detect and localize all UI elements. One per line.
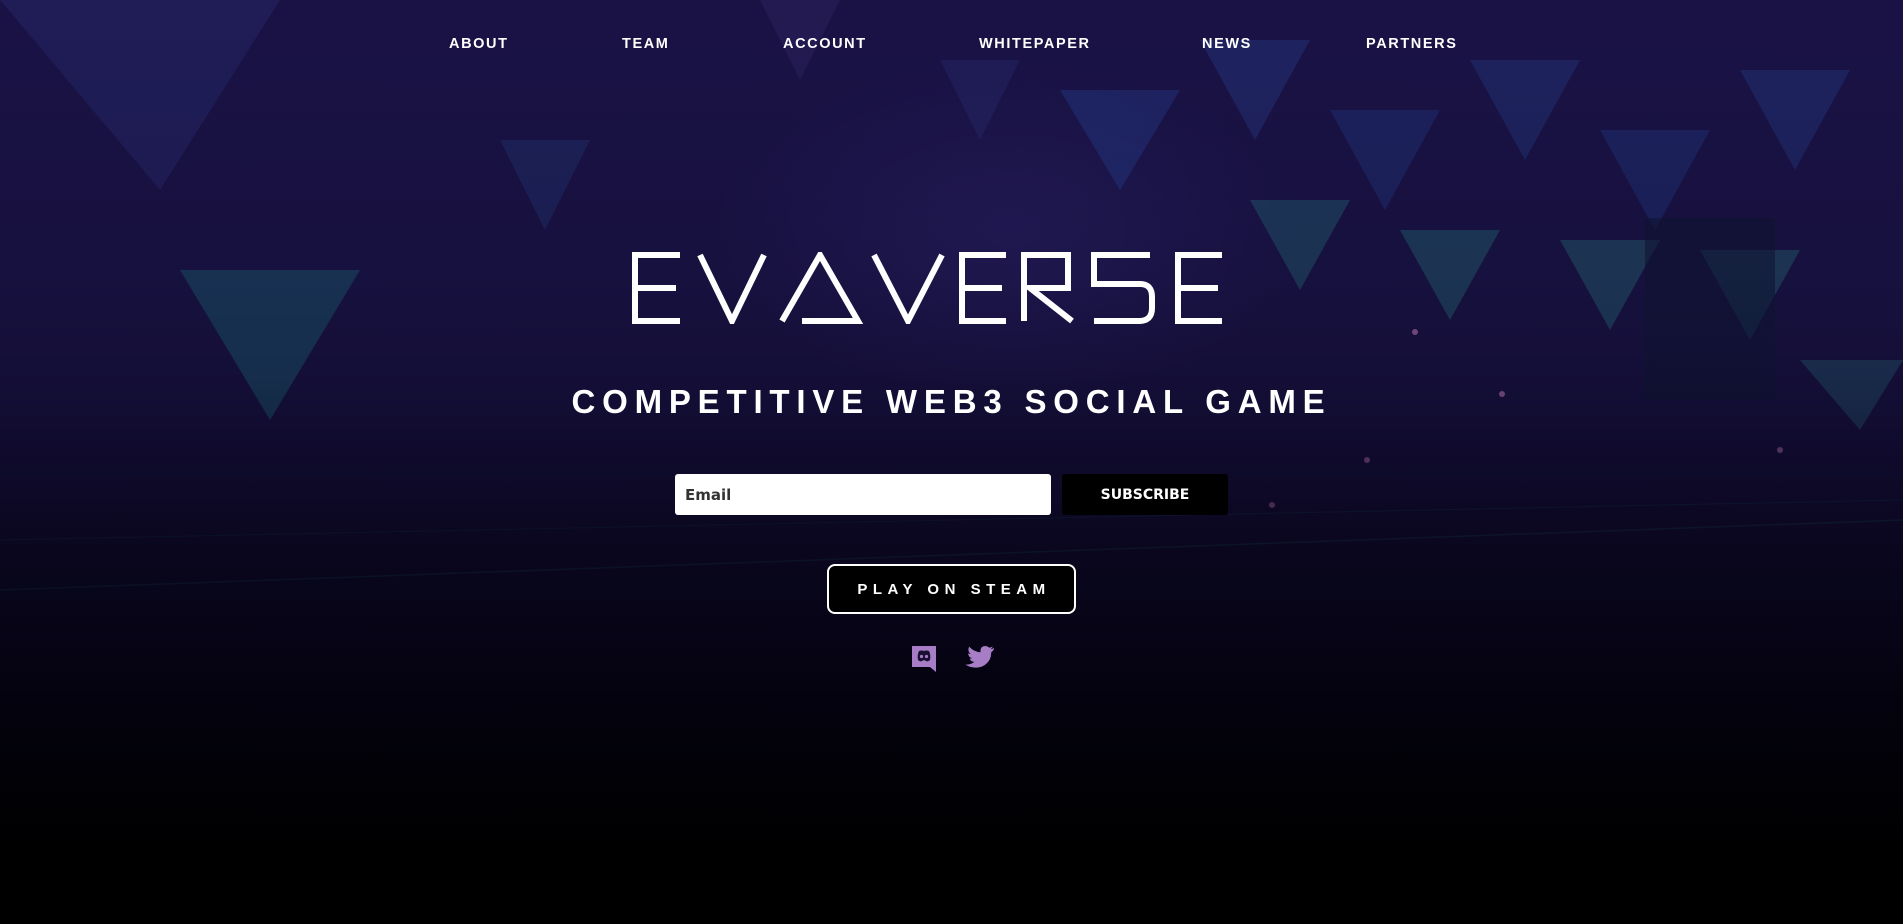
nav-item-news[interactable]: NEWS [1202, 36, 1252, 52]
main-nav: ABOUT TEAM ACCOUNT WHITEPAPER NEWS PARTN… [0, 36, 1903, 58]
nav-item-whitepaper[interactable]: WHITEPAPER [979, 36, 1091, 52]
discord-icon[interactable] [909, 643, 939, 673]
hero-tagline: COMPETITIVE WEB3 SOCIAL GAME [571, 383, 1332, 420]
email-input[interactable] [675, 474, 1051, 515]
nav-item-about[interactable]: ABOUT [449, 36, 509, 52]
evaverse-logo [632, 252, 1222, 324]
hero-background [0, 0, 1903, 924]
subscribe-button[interactable]: SUBSCRIBE [1062, 474, 1228, 515]
play-on-steam-button[interactable]: PLAY ON STEAM [827, 564, 1076, 614]
nav-item-account[interactable]: ACCOUNT [783, 36, 867, 52]
nav-item-team[interactable]: TEAM [622, 36, 669, 52]
twitter-icon[interactable] [963, 643, 995, 673]
background-fade [0, 0, 1903, 924]
nav-item-partners[interactable]: PARTNERS [1366, 36, 1457, 52]
